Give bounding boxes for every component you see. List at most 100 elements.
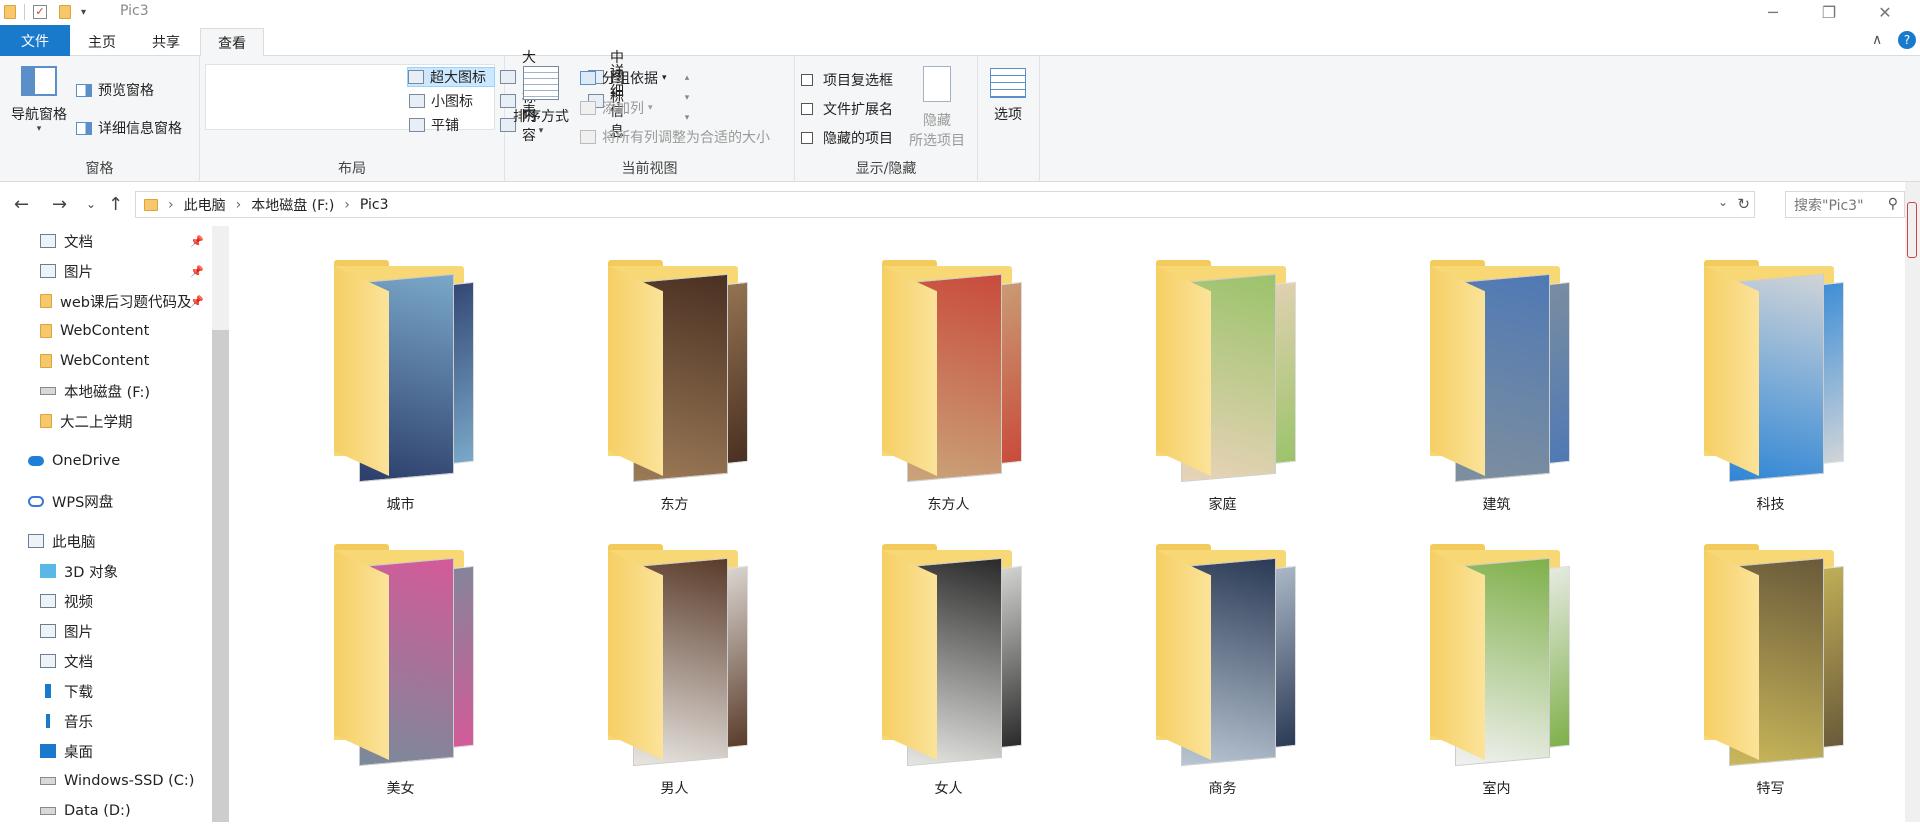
- folder-item[interactable]: 女人: [802, 510, 1022, 797]
- sidebar-item[interactable]: 音乐: [40, 708, 212, 734]
- sidebar-item[interactable]: OneDrive: [28, 448, 212, 474]
- folder-front-icon: [608, 266, 663, 476]
- customize-qa-dropdown-icon[interactable]: ▾: [81, 7, 86, 18]
- breadcrumb-pic3[interactable]: Pic3: [360, 197, 389, 213]
- folder-item[interactable]: 城市: [254, 226, 474, 513]
- pin-icon: 📌: [190, 234, 204, 248]
- sidebar-item[interactable]: WPS网盘: [28, 488, 212, 514]
- layout-tiles[interactable]: 平铺: [409, 115, 459, 135]
- sidebar-item-label: 文档: [64, 654, 93, 671]
- folder-item[interactable]: 东方人: [802, 226, 1022, 513]
- file-extensions-toggle[interactable]: 文件扩展名: [801, 99, 893, 119]
- sidebar-item[interactable]: web课后习题代码及 📌: [40, 288, 212, 314]
- sidebar-item[interactable]: WebContent: [40, 318, 212, 344]
- add-columns-label: 添加列: [602, 101, 644, 117]
- hidden-items-toggle[interactable]: 隐藏的项目: [801, 128, 893, 148]
- folder-item[interactable]: 家庭: [1076, 226, 1296, 513]
- sidebar-scroll-thumb[interactable]: [212, 330, 229, 822]
- collapse-ribbon-icon[interactable]: ∧: [1872, 32, 1882, 48]
- add-columns-button[interactable]: 添加列 ▾: [580, 98, 653, 118]
- back-arrow-icon[interactable]: ←: [14, 194, 29, 215]
- breadcrumb-this-pc[interactable]: 此电脑: [184, 195, 226, 215]
- recent-locations-icon[interactable]: ⌄: [86, 197, 96, 211]
- navigation-pane-button[interactable]: 导航窗格 ▾: [8, 66, 70, 134]
- sidebar-item[interactable]: Windows-SSD (C:): [40, 768, 212, 794]
- group-show-hide: 项目复选框 文件扩展名 隐藏的项目 隐藏 所选项目 显示/隐藏: [795, 56, 978, 182]
- navigation-pane-icon: [21, 66, 57, 96]
- folder-item[interactable]: 美女: [254, 510, 474, 797]
- sidebar-item-label: 本地磁盘 (F:): [64, 384, 151, 401]
- small-icons-icon: [409, 94, 425, 108]
- folder-icon: [40, 324, 52, 338]
- folder-item[interactable]: 男人: [528, 510, 748, 797]
- new-folder-icon[interactable]: [59, 5, 71, 19]
- sidebar-item[interactable]: 视频: [40, 588, 212, 614]
- layout-extra-large-icons[interactable]: 超大图标: [407, 67, 495, 87]
- sidebar-item[interactable]: Data (D:): [40, 798, 212, 824]
- folder-icon: [4, 5, 16, 19]
- sidebar-item-label: WPS网盘: [52, 494, 114, 511]
- sidebar-item[interactable]: 下载: [40, 678, 212, 704]
- sort-by-button[interactable]: 排序方式 ▾: [510, 66, 572, 136]
- folder-item[interactable]: 商务: [1076, 510, 1296, 797]
- hide-selected-button[interactable]: 隐藏 所选项目: [905, 66, 969, 150]
- 3d-objects-icon: [40, 564, 56, 578]
- pin-icon: 📌: [190, 264, 204, 278]
- sidebar-item[interactable]: 大二上学期: [40, 408, 212, 434]
- sidebar-item[interactable]: 图片: [40, 618, 212, 644]
- tab-home[interactable]: 主页: [72, 28, 132, 56]
- sidebar-item[interactable]: 本地磁盘 (F:): [40, 378, 212, 404]
- content-scroll-thumb[interactable]: [1907, 202, 1917, 258]
- folder-item[interactable]: 特写: [1624, 510, 1844, 797]
- folder-item[interactable]: 东方: [528, 226, 748, 513]
- file-list: 城市 东方 东方人 家庭 建筑 科技美女 男人 女人 商务 室内 特写: [229, 226, 1905, 822]
- preview-pane-button[interactable]: 预览窗格: [76, 80, 154, 100]
- layout-small-icons[interactable]: 小图标: [409, 91, 473, 111]
- refresh-icon[interactable]: ↻: [1737, 195, 1750, 213]
- forward-arrow-icon[interactable]: →: [52, 194, 67, 215]
- tab-view[interactable]: 查看: [200, 28, 264, 57]
- preview-pane-label: 预览窗格: [98, 83, 154, 99]
- properties-icon[interactable]: ✓: [33, 5, 47, 19]
- sidebar-item[interactable]: 图片 📌: [40, 258, 212, 284]
- wps-cloud-icon: [28, 495, 44, 507]
- close-button[interactable]: ✕: [1862, 0, 1908, 25]
- item-checkboxes-toggle[interactable]: 项目复选框: [801, 70, 893, 90]
- details-pane-button[interactable]: 详细信息窗格: [76, 118, 182, 138]
- window-title: Pic3: [120, 3, 149, 19]
- sidebar-item[interactable]: 桌面: [40, 738, 212, 764]
- minimize-button[interactable]: ─: [1750, 0, 1796, 25]
- sidebar-scrollbar[interactable]: [212, 226, 229, 822]
- chevron-right-icon: ›: [168, 196, 174, 213]
- address-dropdown-icon[interactable]: ⌄: [1718, 195, 1728, 209]
- details-pane-label: 详细信息窗格: [98, 121, 182, 137]
- sidebar-item[interactable]: WebContent: [40, 348, 212, 374]
- tab-file[interactable]: 文件: [0, 25, 70, 56]
- sidebar-item[interactable]: 此电脑: [28, 528, 212, 554]
- folder-item[interactable]: 科技: [1624, 226, 1844, 513]
- folder-item[interactable]: 室内: [1350, 510, 1570, 797]
- folder-item[interactable]: 建筑: [1350, 226, 1570, 513]
- sidebar-item[interactable]: 文档 📌: [40, 228, 212, 254]
- content-scrollbar[interactable]: [1905, 182, 1920, 822]
- sidebar-item[interactable]: 文档: [40, 648, 212, 674]
- navigation-pane-label: 导航窗格: [11, 107, 67, 123]
- breadcrumb-drive-f[interactable]: 本地磁盘 (F:): [251, 195, 334, 215]
- address-bar[interactable]: › 此电脑 › 本地磁盘 (F:) › Pic3 ⌄ ↻: [135, 191, 1755, 218]
- folder-name: 特写: [1756, 781, 1785, 797]
- maximize-button[interactable]: ❐: [1806, 0, 1852, 25]
- chevron-right-icon: ›: [235, 196, 242, 213]
- folder-front-icon: [1704, 550, 1759, 760]
- folder-front-icon: [1156, 550, 1211, 760]
- up-arrow-icon[interactable]: ↑: [108, 194, 123, 215]
- music-icon: [46, 714, 50, 728]
- downloads-icon: [45, 684, 51, 698]
- size-all-columns-button[interactable]: 将所有列调整为合适的大小: [580, 127, 770, 147]
- sidebar-item[interactable]: 3D 对象: [40, 558, 212, 584]
- tab-share[interactable]: 共享: [136, 28, 196, 56]
- group-by-button[interactable]: 分组依据 ▾: [580, 68, 667, 88]
- search-input[interactable]: 搜索"Pic3" ⚲: [1785, 191, 1905, 218]
- options-button[interactable]: 选项: [990, 68, 1026, 124]
- group-show-hide-label: 显示/隐藏: [855, 161, 917, 177]
- help-icon[interactable]: ?: [1898, 31, 1916, 49]
